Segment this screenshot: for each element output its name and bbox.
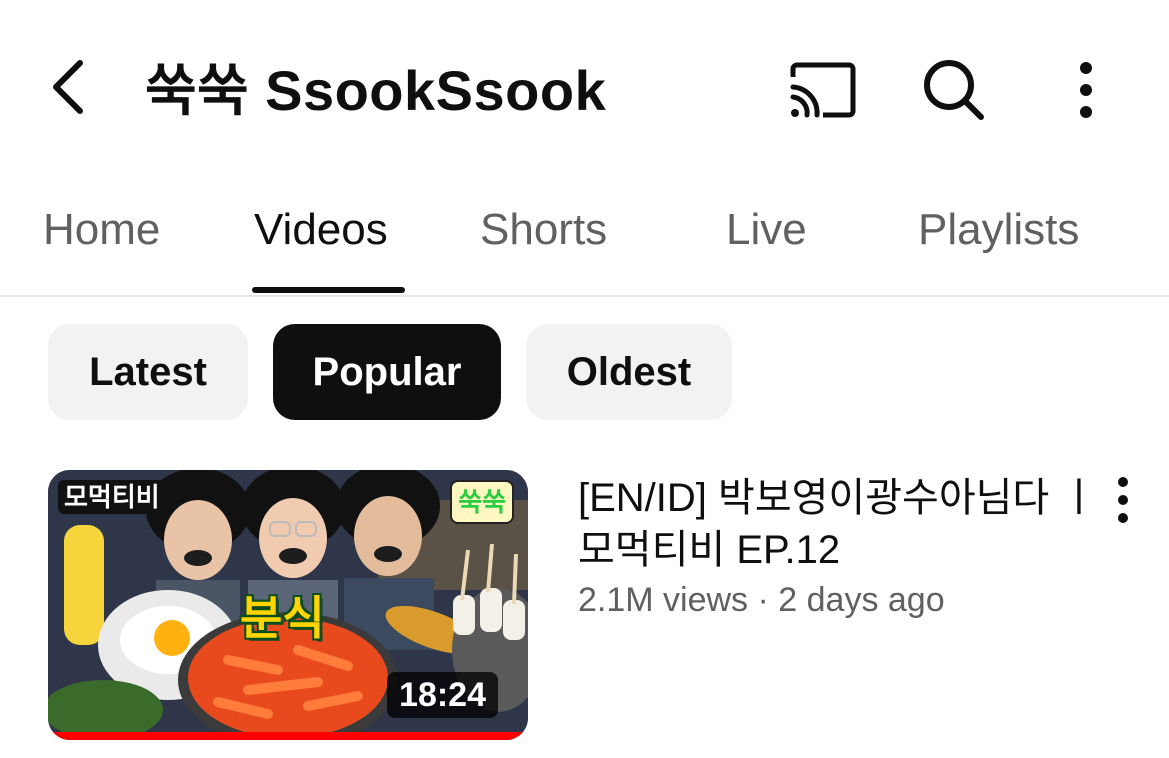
video-duration-badge: 18:24 — [387, 672, 498, 718]
back-button[interactable] — [38, 52, 98, 122]
video-more-options-button[interactable] — [1100, 472, 1146, 528]
more-options-button[interactable] — [1046, 52, 1126, 128]
channel-title: 쑥쑥 SsookSsook — [145, 59, 607, 122]
search-icon — [924, 60, 984, 120]
active-tab-indicator — [252, 287, 405, 293]
search-button[interactable] — [914, 52, 994, 128]
tab-videos[interactable]: Videos — [254, 200, 388, 260]
more-vert-icon — [1080, 62, 1092, 118]
thumbnail-badge-left: 모먹티비 — [58, 480, 166, 514]
chip-oldest[interactable]: Oldest — [526, 324, 732, 420]
video-meta: 2.1M views · 2 days ago — [578, 581, 945, 619]
back-arrow-icon — [53, 60, 83, 114]
tab-shorts[interactable]: Shorts — [480, 200, 607, 260]
cast-icon — [790, 62, 856, 118]
channel-tabs: Home Videos Shorts Live Playlists — [0, 180, 1169, 297]
video-thumbnail[interactable]: 모먹티비 쑥쑥 분식 18:24 — [48, 470, 528, 740]
video-list-item[interactable]: 모먹티비 쑥쑥 분식 18:24 [EN/ID] 박보영이광수아님다 ㅣ 모먹티… — [0, 470, 1169, 742]
chip-popular[interactable]: Popular — [273, 324, 501, 420]
chip-latest[interactable]: Latest — [48, 324, 248, 420]
top-app-bar: 쑥쑥 SsookSsook — [0, 0, 1169, 180]
cast-button[interactable] — [782, 52, 862, 128]
channel-page: 쑥쑥 SsookSsook Home Videos Shorts Live Pl… — [0, 0, 1169, 758]
video-title[interactable]: [EN/ID] 박보영이광수아님다 ㅣ 모먹티비 EP.12 — [578, 472, 1098, 576]
tab-live[interactable]: Live — [726, 200, 807, 260]
sort-filter-chips: Latest Popular Oldest — [0, 324, 1169, 420]
more-vert-icon — [1118, 477, 1128, 523]
thumbnail-badge-right: 쑥쑥 — [450, 480, 514, 524]
watch-progress-bar — [48, 732, 528, 740]
thumbnail-caption: 분식 — [240, 592, 325, 644]
tab-playlists[interactable]: Playlists — [918, 200, 1079, 260]
tab-home[interactable]: Home — [43, 200, 160, 260]
